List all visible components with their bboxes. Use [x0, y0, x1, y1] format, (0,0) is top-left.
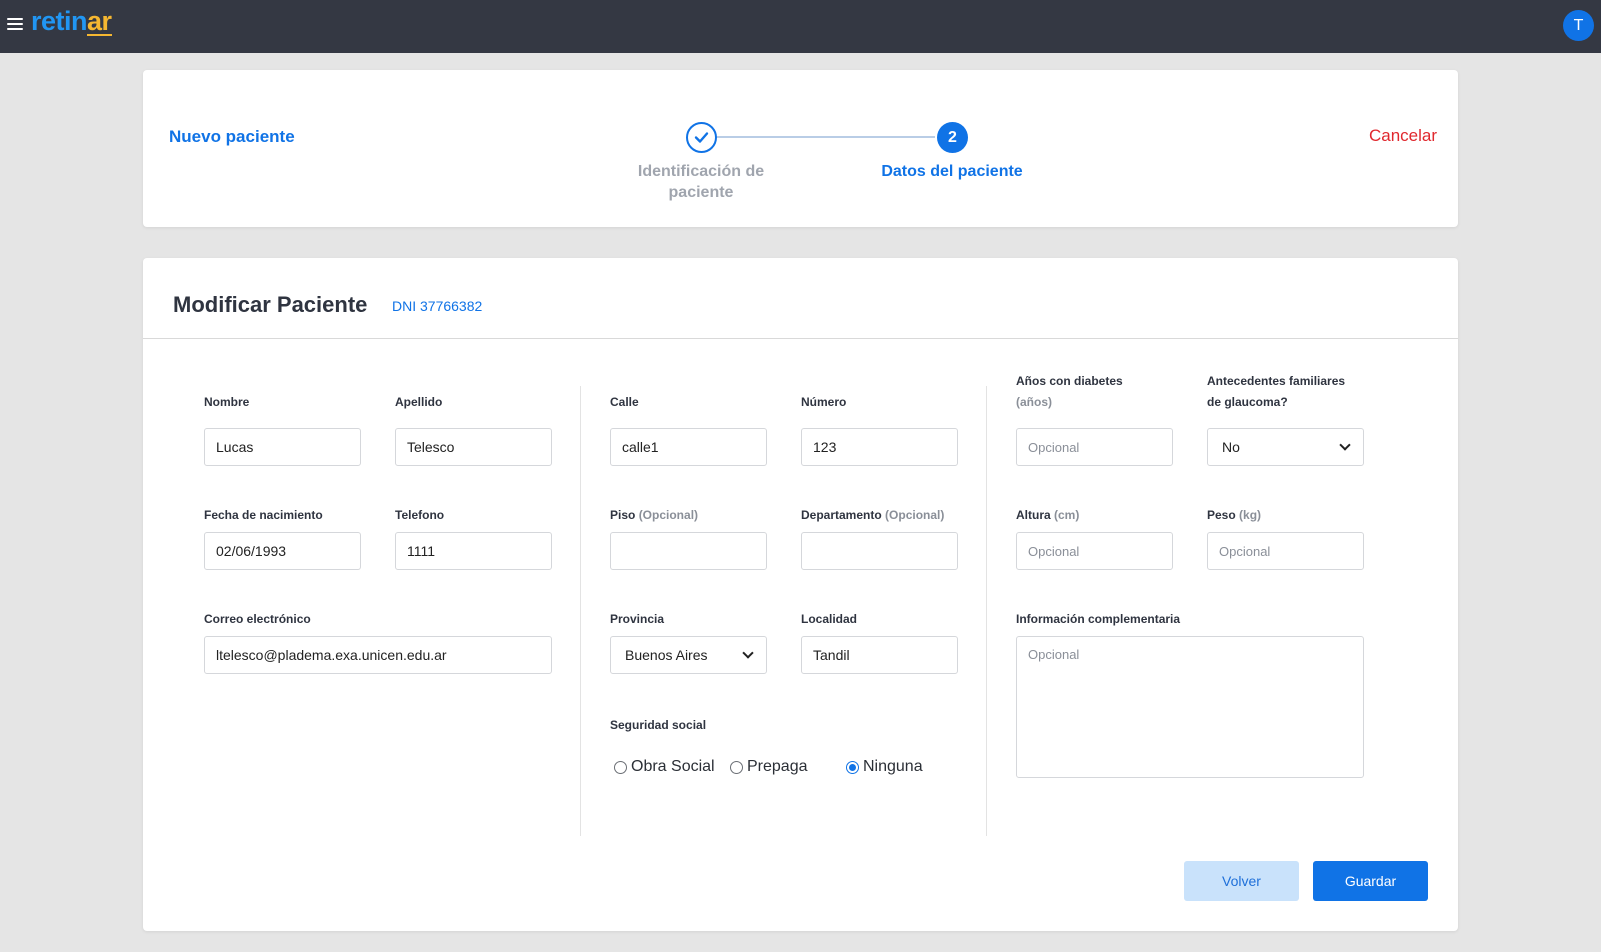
page-title: Nuevo paciente	[169, 127, 295, 146]
radio-prepaga[interactable]: Prepaga	[730, 758, 808, 776]
altura-label: Altura (cm)	[1016, 508, 1080, 522]
step-connector	[705, 136, 935, 138]
back-button[interactable]: Volver	[1184, 861, 1299, 901]
cancel-link[interactable]: Cancelar	[1369, 126, 1437, 146]
form-title: Modificar Paciente	[173, 292, 368, 317]
radio-ninguna[interactable]: Ninguna	[846, 758, 923, 776]
chevron-down-icon	[1339, 439, 1351, 451]
step1-check-icon	[686, 122, 717, 153]
departamento-input[interactable]	[801, 532, 958, 570]
chevron-down-icon	[742, 647, 754, 659]
app-logo[interactable]: retinar	[31, 6, 112, 37]
telefono-label: Telefono	[395, 508, 445, 522]
header-divider	[143, 338, 1458, 339]
column-divider	[580, 386, 581, 836]
step2-label: Datos del paciente	[881, 163, 1023, 180]
info-label: Información complementaria	[1016, 612, 1181, 626]
save-button[interactable]: Guardar	[1313, 861, 1428, 901]
nombre-label: Nombre	[204, 395, 250, 409]
telefono-input[interactable]: 1111	[395, 532, 552, 570]
localidad-label: Localidad	[801, 612, 858, 626]
provincia-value: Buenos Aires	[625, 647, 708, 663]
radio-label: Ninguna	[863, 758, 923, 775]
anios-diabetes-label: Años con diabetes (años)	[1016, 374, 1123, 409]
antecedentes-label: Antecedentes familiares de glaucoma?	[1207, 374, 1346, 409]
numero-input[interactable]: 123	[801, 428, 958, 466]
numero-label: Número	[801, 395, 847, 409]
anios-diabetes-input[interactable]: Opcional	[1016, 428, 1173, 466]
fecha-input[interactable]: 02/06/1993	[204, 532, 361, 570]
radio-selected-icon	[846, 760, 859, 774]
nombre-input[interactable]: Lucas	[204, 428, 361, 466]
form-card: Modificar Paciente DNI 37766382 Nombre L…	[143, 258, 1458, 931]
antecedentes-select[interactable]: No	[1207, 428, 1364, 466]
seguridad-label: Seguridad social	[610, 718, 707, 732]
calle-input[interactable]: calle1	[610, 428, 767, 466]
peso-input[interactable]: Opcional	[1207, 532, 1364, 570]
radio-obra-social[interactable]: Obra Social	[614, 758, 715, 776]
altura-input[interactable]: Opcional	[1016, 532, 1173, 570]
dni-label: DNI 37766382	[392, 298, 483, 314]
peso-label: Peso (kg)	[1207, 508, 1262, 522]
piso-label: Piso (Opcional)	[610, 508, 699, 522]
provincia-label: Provincia	[610, 612, 665, 626]
apellido-label: Apellido	[395, 395, 443, 409]
provincia-select[interactable]: Buenos Aires	[610, 636, 767, 674]
localidad-input[interactable]: Tandil	[801, 636, 958, 674]
step1-label: Identificación de paciente	[637, 163, 765, 201]
radio-icon	[730, 760, 743, 774]
logo-text-accent: ar	[87, 6, 112, 36]
radio-icon	[614, 760, 627, 774]
user-avatar[interactable]: T	[1563, 10, 1594, 41]
departamento-label: Departamento (Opcional)	[801, 508, 945, 522]
logo-text-main: retin	[31, 6, 88, 36]
column-divider	[986, 386, 987, 836]
info-textarea[interactable]: Opcional	[1016, 636, 1364, 778]
radio-label: Prepaga	[747, 758, 808, 775]
step2-number: 2	[937, 122, 968, 153]
menu-icon[interactable]	[7, 17, 23, 31]
apellido-input[interactable]: Telesco	[395, 428, 552, 466]
calle-label: Calle	[610, 395, 639, 409]
correo-input[interactable]: ltelesco@pladema.exa.unicen.edu.ar	[204, 636, 552, 674]
radio-label: Obra Social	[631, 758, 715, 775]
stepper-card: Nuevo paciente Identificación de pacient…	[143, 70, 1458, 227]
correo-label: Correo electrónico	[204, 612, 311, 626]
piso-input[interactable]	[610, 532, 767, 570]
fecha-label: Fecha de nacimiento	[204, 508, 323, 522]
top-bar: retinar T	[0, 0, 1601, 53]
antecedentes-value: No	[1222, 439, 1240, 455]
